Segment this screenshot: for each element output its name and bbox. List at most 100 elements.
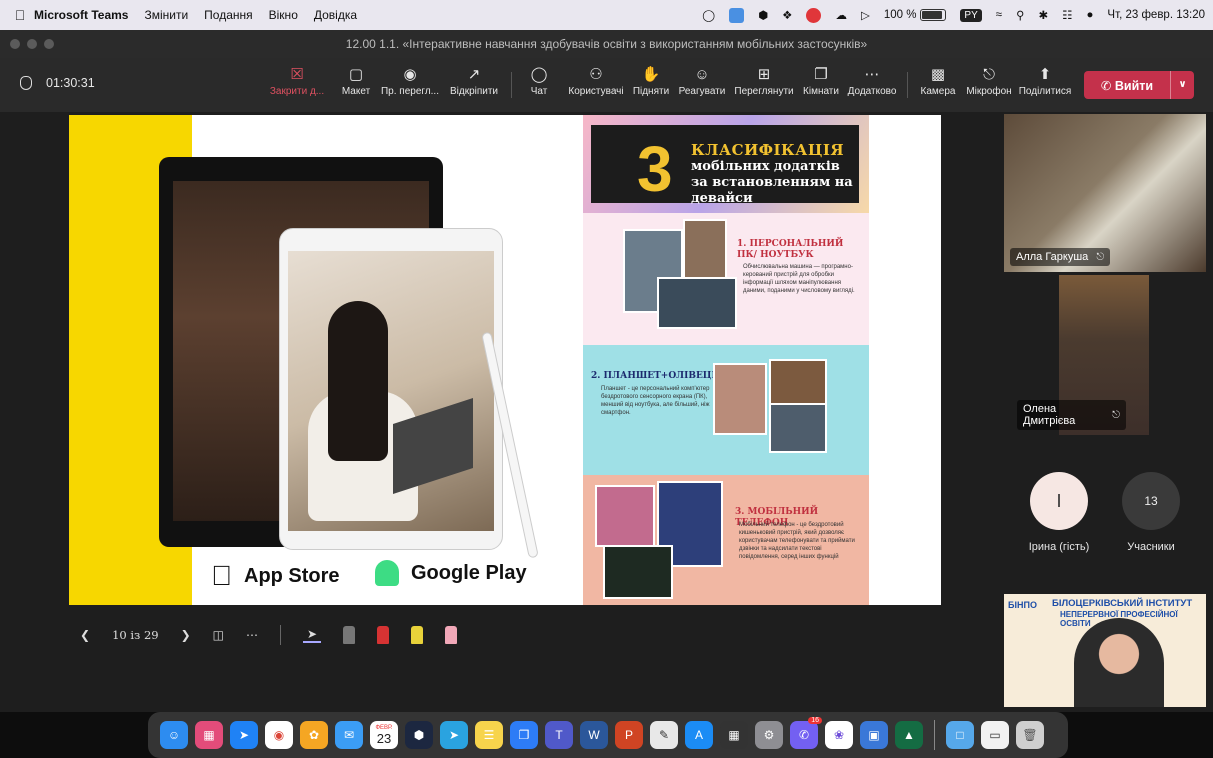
people-icon: ⚇ [589,66,603,83]
mic-button[interactable]: ⎋ Мікрофон [964,64,1014,108]
word-icon[interactable]: W [580,721,608,749]
menu-window[interactable]: Вікно [269,8,298,22]
more-button[interactable]: ⋯ Додатково [846,64,898,108]
unpin-button[interactable]: ↗ Відкріпити [448,64,500,108]
section-pc: 1. ПЕРСОНАЛЬНИЙ ПК/ НОУТБУК Обчислювальн… [583,213,869,345]
pen-red-icon[interactable] [377,626,390,644]
clock[interactable]: Чт, 23 февр. 13:20 [1107,9,1205,21]
pen-black-icon[interactable] [343,626,356,644]
close-window-button[interactable] [10,39,20,49]
prev-slide-icon[interactable]: ❮ [80,628,90,642]
header-box: 3 КЛАСИФІКАЦІЯ мобільних додатків за вст… [591,125,859,206]
girl-photo [288,251,494,531]
eraser-icon[interactable] [445,626,458,644]
camera-button[interactable]: ▩ Камера [920,64,956,108]
dropbox-icon[interactable]: ❖ [782,8,792,22]
mic-label: Мікрофон [966,86,1012,97]
participants-count-avatar[interactable]: 13 [1122,472,1180,530]
siri-icon[interactable]: ● [1086,9,1093,21]
next-slide-icon[interactable]: ❯ [181,628,191,642]
apple-logo-icon:  [211,560,232,592]
notes-icon[interactable]: ☰ [475,721,503,749]
app-status-icon[interactable] [729,7,745,23]
infographic-header: 3 КЛАСИФІКАЦІЯ мобільних додатків за вст… [583,115,869,213]
photo-hair [328,301,388,461]
infographic-title: КЛАСИФІКАЦІЯ [691,141,845,159]
input-source[interactable]: PY [960,8,982,22]
spotlight-icon[interactable]: ⚲ [1016,8,1024,22]
raise-hand-button[interactable]: ✋ Підняти [632,64,670,108]
meeting-timer: 01:30:31 [20,76,95,90]
people-button[interactable]: ⚇ Користувачі [567,64,625,108]
leave-button[interactable]: ✆ Вийти ∨ [1084,71,1194,99]
chat-button[interactable]: ◯ Чат [527,64,551,108]
close-sharing-label: Закрити д... [269,86,325,97]
menu-view[interactable]: Подання [204,8,252,22]
bluetooth-icon[interactable]: ✱ [1039,8,1049,22]
finder-icon[interactable]: ☺ [160,721,188,749]
viber-icon[interactable]: ✆ 16 [790,717,822,749]
layers-icon[interactable]: ❐ [510,721,538,749]
tablet-photo-3 [769,403,827,453]
participant-tile[interactable]: Алла Гаркуша ⎋ [1004,114,1206,272]
preview-app-icon[interactable]: ▣ [860,721,888,749]
calculator-icon[interactable]: ▦ [720,721,748,749]
slides-grid-icon[interactable]: ◫ [213,628,224,642]
share-label: Поділитися [1018,86,1072,97]
powerpoint-icon[interactable]: P [615,721,643,749]
vpn-icon[interactable]: ⬢ [758,8,768,22]
photos-icon[interactable]: ✿ [300,721,328,749]
launchpad-icon[interactable]: ▦ [195,721,223,749]
app-store-logo:  App Store [211,560,340,592]
control-center-icon[interactable]: ☷ [1062,8,1072,22]
play-icon[interactable]: ▷ [861,8,870,22]
mail-icon[interactable]: ✉ [335,721,363,749]
preview-button[interactable]: ◉ Пр. перегл... [380,64,440,108]
shield-status-icon[interactable]: ◯ [702,8,715,22]
textedit-icon[interactable]: ✎ [650,721,678,749]
react-button[interactable]: ☺ Реагувати [677,64,727,108]
wifi-icon[interactable]: ≈ [996,9,1002,21]
pointer-icon[interactable]: ➤ [303,627,322,643]
layout-button[interactable]: ▢ Макет [338,64,374,108]
cloud-icon[interactable]: ☁ [835,8,847,22]
menu-app-name[interactable]: Microsoft Teams [34,8,128,22]
menu-help[interactable]: Довідка [314,8,357,22]
teams-icon[interactable]: T [545,721,573,749]
telegram-icon[interactable]: ➤ [440,721,468,749]
participant-tile-presenter[interactable]: БІНПО БІЛОЦЕРКІВСЬКИЙ ІНСТИТУТ НЕПЕРЕРВН… [1004,594,1206,707]
highlighter-icon[interactable] [411,626,424,644]
app-cube-icon[interactable]: ⬢ [405,721,433,749]
view-button[interactable]: ⊞ Переглянути [733,64,795,108]
google-play-logo: Google Play [375,560,527,586]
safari-icon[interactable]: ➤ [230,721,258,749]
trash-icon[interactable]: 🗑 [1016,721,1044,749]
minimize-window-button[interactable] [27,39,37,49]
calendar-icon[interactable]: ФЕВР. 23 [370,721,398,749]
menu-edit[interactable]: Змінити [144,8,188,22]
layout-label: Макет [341,86,371,97]
camera-label: Камера [920,86,956,97]
banner-logo: БІНПО [1008,600,1037,610]
big-number: 3 [637,133,673,205]
chat-label: Чат [530,86,548,97]
tree-app-icon[interactable]: ▲ [895,721,923,749]
avatar[interactable]: І [1030,472,1088,530]
settings-icon[interactable]: ⚙ [755,721,783,749]
chrome-icon[interactable]: ◉ [265,721,293,749]
window-thumbnail-icon[interactable]: ▭ [981,721,1009,749]
more-icon[interactable]: ⋯ [246,628,258,642]
apple-icon[interactable]:  [6,7,34,23]
app-red-icon[interactable] [806,7,822,23]
app-store-icon[interactable]: A [685,721,713,749]
close-sharing-button[interactable]: ☒ Закрити д... [268,64,326,108]
share-button[interactable]: ⬆ Поділитися [1018,64,1072,108]
downloads-folder-icon[interactable]: □ [946,721,974,749]
battery-status[interactable]: 100 % [884,9,947,21]
zoom-window-button[interactable] [44,39,54,49]
section-tablet: 2. ПЛАНШЕТ+ОЛІВЕЦЬ Планшет - це персонал… [583,345,869,475]
chevron-down-icon[interactable]: ∨ [1170,71,1194,99]
rooms-button[interactable]: ❐ Кімнати [801,64,841,108]
grid-icon: ⊞ [757,66,771,83]
flower-app-icon[interactable]: ❀ [825,721,853,749]
